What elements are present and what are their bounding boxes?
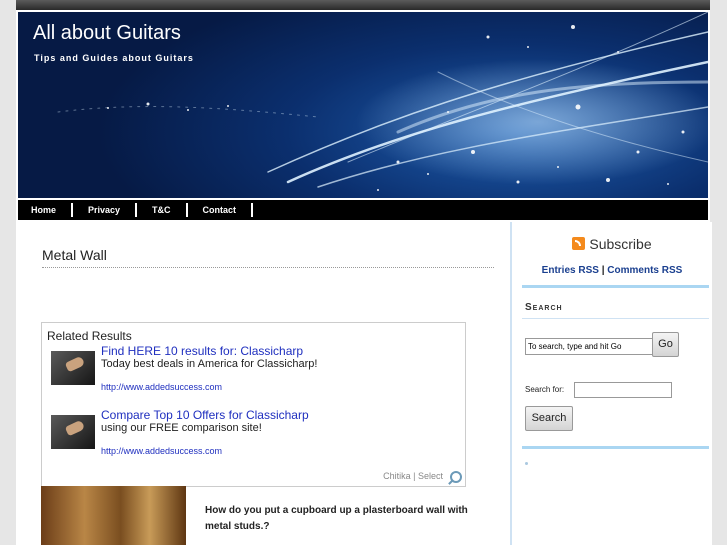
search-input[interactable] [525,338,654,355]
subscribe-heading: Subscribe [512,236,712,252]
related-thumbnail[interactable] [51,351,95,385]
nav-item-terms[interactable]: T&C [137,203,188,217]
related-url[interactable]: http://www.addedsuccess.com [101,382,222,392]
search-field[interactable] [574,382,672,398]
site-header: All about Guitars Tips and Guides about … [18,12,708,200]
search-button[interactable]: Search [525,406,573,431]
entries-rss-link[interactable]: Entries RSS [542,265,599,276]
rss-separator: | [601,265,605,276]
related-description: Today best deals in America for Classich… [101,358,318,370]
sidebar-divider [522,446,709,449]
subscribe-label: Subscribe [589,236,652,252]
site-title[interactable]: All about Guitars [33,22,181,45]
nav-item-home[interactable]: Home [18,203,74,217]
magnifier-icon[interactable] [450,471,462,483]
search-for-label: Search for: [525,385,565,394]
related-link[interactable]: Find HERE 10 results for: Classicharp [101,344,303,358]
nav-item-contact[interactable]: Contact [188,203,254,217]
article-image[interactable] [41,486,186,545]
page-container: All about Guitars Tips and Guides about … [16,10,712,545]
article-question[interactable]: How do you put a cupboard up a plasterbo… [205,503,485,535]
main-nav: Home Privacy T&C Contact [18,200,708,220]
rss-links: Entries RSS | Comments RSS [512,265,712,276]
search-widget-title: Search [525,302,563,313]
related-link[interactable]: Compare Top 10 Offers for Classicharp [101,408,309,422]
go-button[interactable]: Go [652,332,679,357]
post-title: Metal Wall [42,247,494,268]
top-bar [16,0,710,10]
related-description: using our FREE comparison site! [101,422,262,434]
sidebar: Subscribe Entries RSS | Comments RSS Sea… [510,222,712,545]
related-url[interactable]: http://www.addedsuccess.com [101,446,222,456]
related-results-heading: Related Results [47,329,132,343]
comments-rss-link[interactable]: Comments RSS [607,265,682,276]
main-content: Metal Wall Related Results Find HERE 10 … [16,222,510,545]
search-title-underline [522,318,709,319]
rss-icon [572,237,586,250]
chitika-footer[interactable]: Chitika | Select [383,471,443,481]
related-results-box: Related Results Find HERE 10 results for… [41,322,466,487]
sidebar-divider [522,285,709,288]
bullet-dot [525,462,528,465]
related-thumbnail[interactable] [51,415,95,449]
nav-item-privacy[interactable]: Privacy [73,203,138,217]
site-tagline: Tips and Guides about Guitars [34,53,194,63]
